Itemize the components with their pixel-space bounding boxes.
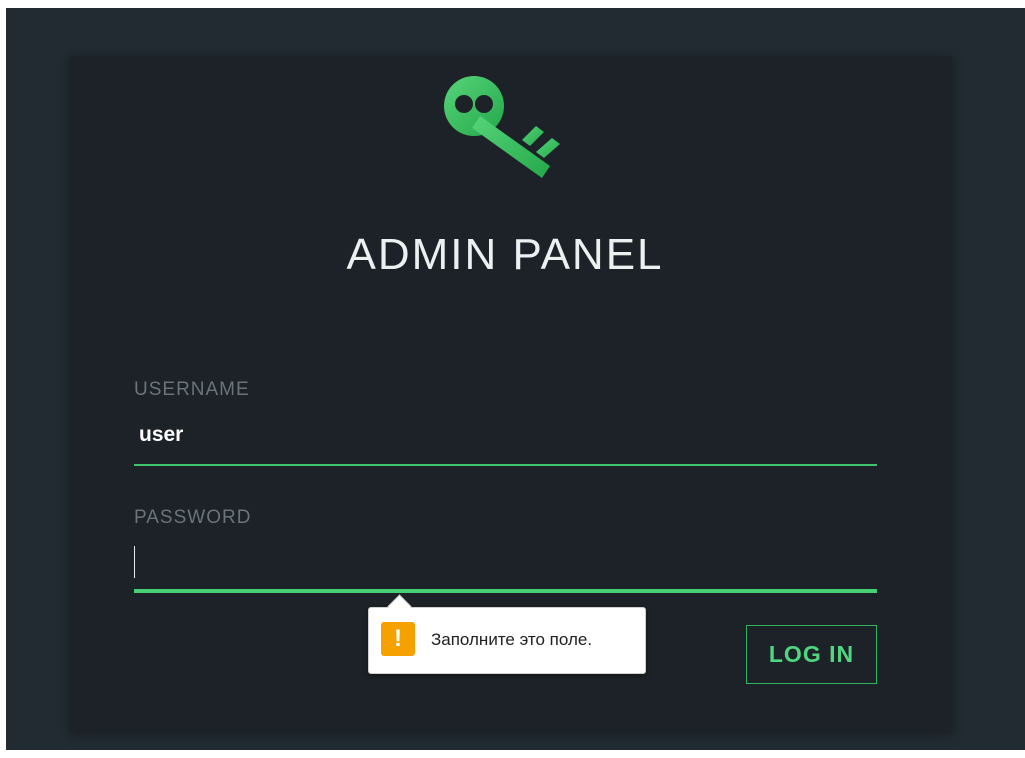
validation-message: Заполните это поле. xyxy=(431,630,593,649)
password-underline xyxy=(134,589,877,593)
login-button[interactable]: LOG IN xyxy=(746,625,877,684)
page-title: ADMIN PANEL xyxy=(346,230,664,279)
password-label: PASSWORD xyxy=(134,507,252,528)
username-underline xyxy=(134,464,877,466)
validation-tooltip: ! Заполните это поле. xyxy=(368,594,646,674)
password-input[interactable] xyxy=(134,546,135,578)
warning-icon: ! xyxy=(381,622,415,656)
username-label: USERNAME xyxy=(134,379,250,400)
key-icon xyxy=(444,76,560,178)
username-input[interactable]: user xyxy=(139,423,183,447)
